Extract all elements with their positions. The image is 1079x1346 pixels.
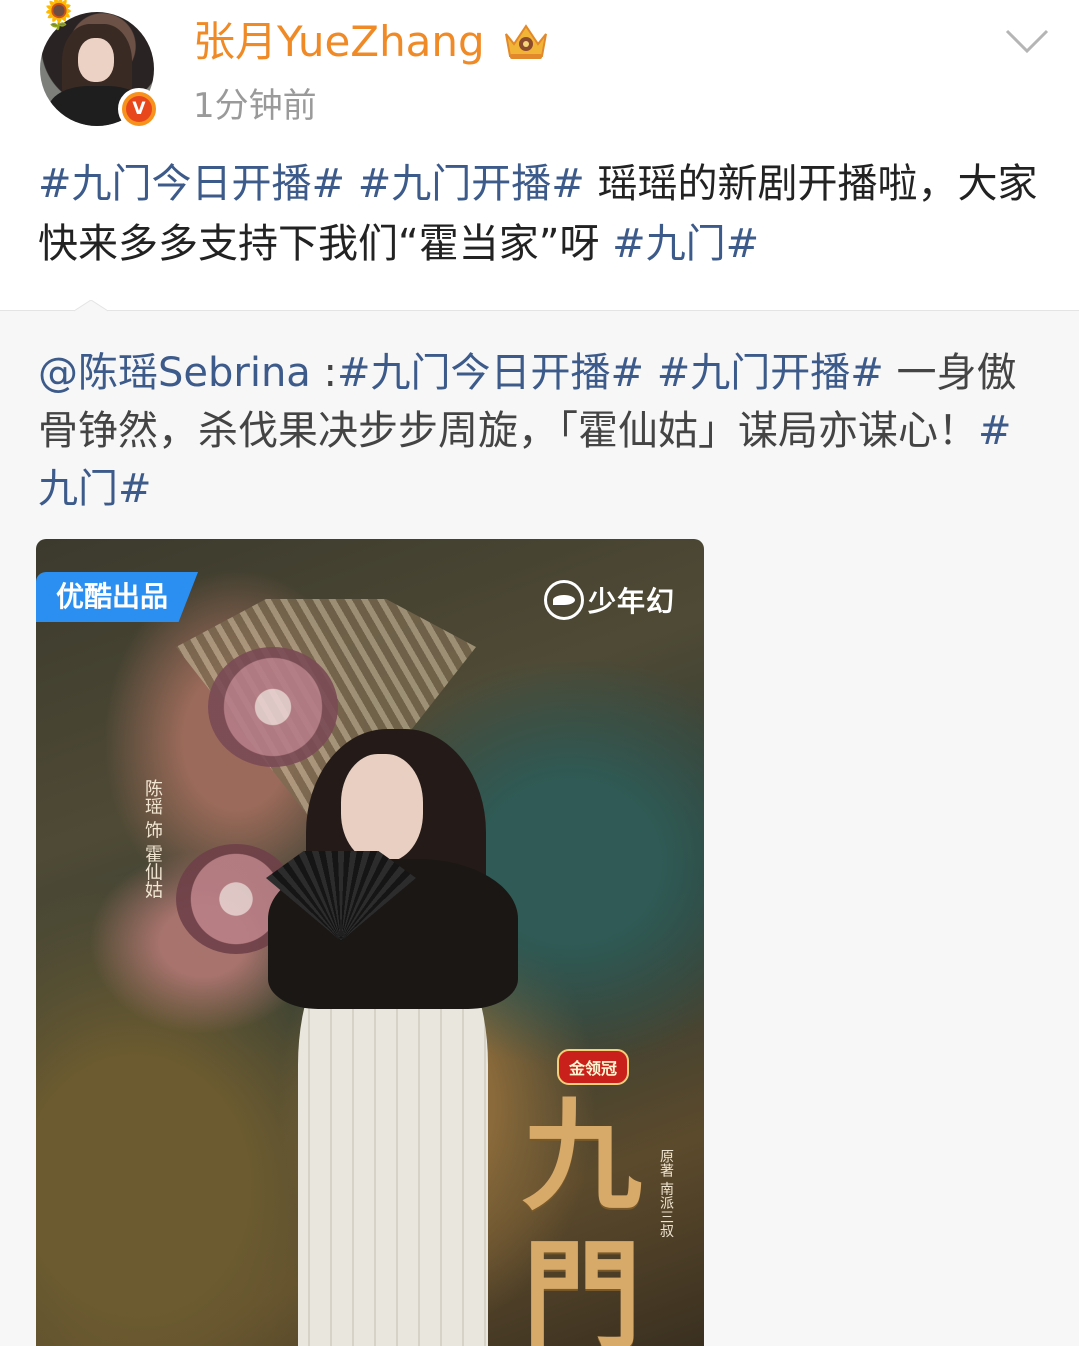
crown-icon <box>505 24 547 59</box>
sunflower-icon: 🌻 <box>40 0 78 32</box>
post-text: #九门今日开播# #九门开播# 瑶瑶的新剧开播啦，大家快来多多支持下我们“霍当家… <box>38 154 1048 274</box>
cast-credit: 陈瑶 饰 霍仙姑 <box>142 779 163 899</box>
hashtag-link[interactable]: #九门开播# <box>358 161 585 207</box>
verified-badge-letter: V <box>126 96 152 122</box>
timestamp: 1分钟前 <box>193 86 317 126</box>
post-header: 🌻 V 张月YueZhang 1分钟前 <box>0 0 1079 140</box>
text-segment <box>345 161 358 207</box>
sponsor-badge: 金领冠 <box>557 1049 630 1085</box>
studio-logo: 少年幻 <box>544 577 675 623</box>
studio-label: 少年幻 <box>588 585 676 618</box>
youku-badge: 优酷出品 <box>36 572 199 622</box>
poster-title: 九門 <box>522 1086 642 1346</box>
studio-icon <box>544 580 584 620</box>
hashtag-link[interactable]: #九门开播# <box>657 350 884 396</box>
chevron-down-icon[interactable] <box>1004 26 1050 56</box>
poster-flower <box>208 647 338 767</box>
avatar-face <box>78 38 114 82</box>
hashtag-link[interactable]: #九门今日开播# <box>38 161 345 207</box>
verified-badge-icon: V <box>118 88 160 130</box>
repost-text: @陈瑶Sebrina :#九门今日开播# #九门开播# 一身傲骨铮然，杀伐果决步… <box>38 344 1048 518</box>
poster-image[interactable]: 优酷出品 少年幻 陈瑶 饰 霍仙姑 金领冠 九門 原著 南派三叔 <box>36 539 704 1346</box>
author-credit: 原著 南派三叔 <box>658 1149 674 1238</box>
username[interactable]: 张月YueZhang <box>193 15 485 69</box>
text-segment <box>644 350 657 396</box>
hashtag-link[interactable]: #九门今日开播# <box>337 350 644 396</box>
hashtag-link[interactable]: @陈瑶Sebrina <box>38 350 311 396</box>
poster-figure-face <box>341 754 423 862</box>
text-segment: : <box>310 350 338 396</box>
hashtag-link[interactable]: #九门# <box>612 221 759 267</box>
repost-notch <box>74 300 108 334</box>
